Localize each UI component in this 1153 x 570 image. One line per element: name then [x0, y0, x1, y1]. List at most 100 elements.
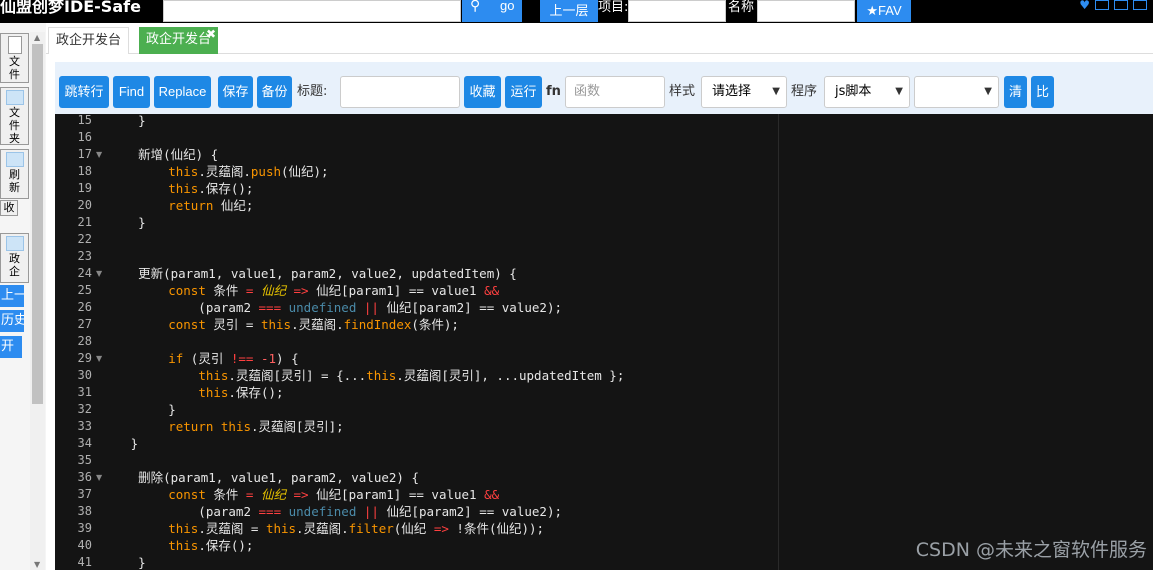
scroll-down-icon[interactable]: ▼ — [34, 560, 40, 569]
sidebar-item-label: 文件夹 — [9, 106, 20, 145]
sidebar-open-button[interactable]: 开 — [0, 336, 22, 358]
code-line[interactable]: 新增(仙纪) { — [108, 146, 218, 163]
code-line[interactable]: } — [108, 114, 146, 129]
sidebar-scrollbar[interactable]: ▲ ▼ — [30, 32, 45, 570]
project-label: 项目: — [598, 0, 629, 15]
code-line[interactable]: (param2 === undefined || 仙纪[param2] == v… — [108, 299, 562, 316]
tab-gov-dev-1[interactable]: 政企开发台 — [48, 27, 130, 54]
sidebar-item-label: 刷新 — [9, 168, 20, 194]
sidebar-collapse[interactable]: 收 — [0, 200, 18, 216]
save-button[interactable]: 保存 — [218, 76, 253, 108]
code-line[interactable]: this.灵蕴阁.push(仙纪); — [108, 163, 328, 180]
layout-bottom-icon[interactable] — [1114, 0, 1128, 10]
location-icon[interactable]: ♥ — [1079, 0, 1090, 12]
clear-button[interactable]: 清 — [1004, 76, 1027, 108]
line-number: 41 — [77, 555, 92, 569]
code-line[interactable]: this.保存(); — [108, 180, 253, 197]
sidebar-item-folder[interactable]: 文件夹 — [0, 87, 29, 145]
code-line[interactable]: this.灵蕴阁[灵引] = {...this.灵蕴阁[灵引], ...upda… — [108, 367, 624, 384]
fold-arrow-icon[interactable]: ▼ — [96, 265, 102, 282]
style-select[interactable]: 请选择 ▼ — [701, 76, 787, 108]
collect-button[interactable]: 收藏 — [464, 76, 501, 108]
fav-button[interactable]: ★FAV — [857, 0, 911, 22]
name-input[interactable] — [757, 0, 855, 22]
fold-arrow-icon[interactable]: ▼ — [96, 146, 102, 163]
line-number: 39 — [77, 521, 92, 535]
compare-button[interactable]: 比 — [1031, 76, 1054, 108]
folder-icon — [5, 236, 24, 251]
line-number: 26 — [77, 300, 92, 314]
style-label: 样式 — [669, 84, 696, 99]
sidebar-history-button[interactable]: 历史 — [0, 310, 24, 332]
title-input[interactable] — [340, 76, 460, 108]
go-label: go — [500, 0, 515, 13]
line-number: 35 — [77, 453, 92, 467]
code-line[interactable]: } — [108, 214, 146, 231]
program-select[interactable]: js脚本 ▼ — [824, 76, 910, 108]
folder-icon — [5, 90, 24, 105]
close-icon[interactable]: ✖ — [206, 21, 216, 47]
line-number: 29 — [77, 351, 92, 365]
go-button[interactable]: ⚲ go — [462, 0, 522, 22]
code-line[interactable]: } — [108, 401, 176, 418]
line-gutter: 15 16 17 18 19 20 21 22 23 24 25 26 27 2… — [55, 114, 107, 570]
path-input[interactable] — [163, 0, 461, 22]
code-line[interactable]: if (灵引 !== -1) { — [108, 350, 298, 367]
up-level-button[interactable]: 上一层 — [540, 0, 598, 22]
chevron-down-icon: ▼ — [895, 86, 903, 97]
code-line[interactable]: } — [108, 554, 146, 570]
sidebar-prev-button[interactable]: 上一 — [0, 285, 24, 307]
backup-button[interactable]: 备份 — [257, 76, 292, 108]
line-number: 21 — [77, 215, 92, 229]
line-number: 30 — [77, 368, 92, 382]
scroll-up-icon[interactable]: ▲ — [34, 33, 40, 42]
code-line[interactable]: const 条件 = 仙纪 => 仙纪[param1] == value1 && — [108, 486, 499, 503]
sidebar-item-refresh[interactable]: 刷新 — [0, 149, 29, 199]
layout-left-icon[interactable] — [1095, 0, 1109, 10]
line-number: 19 — [77, 181, 92, 195]
replace-button[interactable]: Replace — [154, 76, 211, 108]
code-editor[interactable]: 15 16 17 18 19 20 21 22 23 24 25 26 27 2… — [55, 114, 1153, 570]
line-number: 38 — [77, 504, 92, 518]
chevron-down-icon: ▼ — [984, 86, 992, 97]
fold-arrow-icon[interactable]: ▼ — [96, 350, 102, 367]
code-line[interactable]: this.灵蕴阁 = this.灵蕴阁.filter(仙纪 => !条件(仙纪)… — [108, 520, 544, 537]
code-line[interactable]: 删除(param1, value1, param2, value2) { — [108, 469, 419, 486]
code-line[interactable]: const 灵引 = this.灵蕴阁.findIndex(条件); — [108, 316, 459, 333]
line-number: 37 — [77, 487, 92, 501]
sidebar-item-file[interactable]: 文件 — [0, 33, 29, 83]
title-label: 标题: — [297, 84, 328, 99]
code-line[interactable]: (param2 === undefined || 仙纪[param2] == v… — [108, 503, 562, 520]
sidebar-item-gov[interactable]: 政企 — [0, 233, 29, 283]
code-area[interactable]: } 新增(仙纪) { this.灵蕴阁.push(仙纪); this.保存();… — [108, 114, 1153, 570]
scrollbar-thumb[interactable] — [32, 44, 43, 404]
folder-icon — [5, 152, 24, 167]
layout-right-icon[interactable] — [1133, 0, 1147, 10]
line-number: 32 — [77, 402, 92, 416]
line-number: 22 — [77, 232, 92, 246]
program-select-value: js脚本 — [835, 84, 872, 99]
line-number: 20 — [77, 198, 92, 212]
fold-arrow-icon[interactable]: ▼ — [96, 469, 102, 486]
top-bar: 仙盟创梦IDE-Safe ⚲ go 上一层 项目: 名称 ★FAV ♥ — [0, 0, 1153, 23]
jump-line-button[interactable]: 跳转行 — [59, 76, 109, 108]
code-line[interactable]: } — [108, 435, 139, 452]
code-line[interactable]: const 条件 = 仙纪 => 仙纪[param1] == value1 && — [108, 282, 499, 299]
code-line[interactable]: return this.灵蕴阁[灵引]; — [108, 418, 343, 435]
line-number: 18 — [77, 164, 92, 178]
watermark: CSDN @未来之窗软件服务 — [915, 539, 1147, 561]
project-input[interactable] — [628, 0, 726, 22]
function-input[interactable]: 函数 — [565, 76, 665, 108]
run-button[interactable]: 运行 — [505, 76, 542, 108]
search-icon: ⚲ — [470, 0, 481, 13]
code-line[interactable]: this.保存(); — [108, 384, 283, 401]
code-line[interactable]: 更新(param1, value1, param2, value2, updat… — [108, 265, 517, 282]
find-button[interactable]: Find — [113, 76, 150, 108]
line-number: 23 — [77, 249, 92, 263]
extra-select[interactable]: ▼ — [914, 76, 999, 108]
code-line[interactable]: return 仙纪; — [108, 197, 253, 214]
app-title: 仙盟创梦IDE-Safe — [0, 0, 141, 16]
program-label: 程序 — [791, 84, 818, 99]
tab-gov-dev-2[interactable]: 政企开发台 ✖ — [139, 27, 219, 54]
code-line[interactable]: this.保存(); — [108, 537, 253, 554]
